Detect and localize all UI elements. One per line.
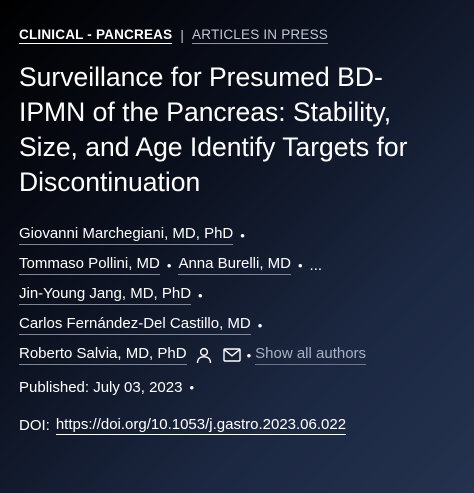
author-link[interactable]: Roberto Salvia, MD, PhD (19, 345, 187, 365)
article-type-link[interactable]: ARTICLES IN PRESS (192, 27, 328, 44)
author-separator: • (240, 227, 245, 243)
author-line-5: Roberto Salvia, MD, PhD • Show all autho… (19, 340, 459, 370)
article-header: CLINICAL - PANCREAS | ARTICLES IN PRESS … (19, 24, 459, 440)
author-link[interactable]: Giovanni Marchegiani, MD, PhD (19, 225, 234, 245)
author-separator: • (257, 317, 263, 333)
author-line-2: Tommaso Pollini, MD • Anna Burelli, MD •… (19, 250, 459, 280)
author-link[interactable]: Tommaso Pollini, MD (19, 255, 160, 275)
breadcrumb-separator: | (180, 27, 185, 43)
doi-link[interactable]: https://doi.org/10.1053/j.gastro.2023.06… (55, 416, 347, 435)
author-link[interactable]: Carlos Fernández-Del Castillo, MD (19, 315, 251, 335)
more-authors-ellipsis: ... (309, 256, 323, 274)
author-link[interactable]: Jin-Young Jang, MD, PhD (19, 285, 192, 305)
author-line-3: Jin-Young Jang, MD, PhD • (19, 280, 459, 310)
doi-row: DOI: https://doi.org/10.1053/j.gastro.20… (19, 410, 459, 440)
author-separator: • (246, 347, 252, 363)
author-list: Giovanni Marchegiani, MD, PhD • Tommaso … (19, 220, 459, 370)
published-date: Published: July 03, 2023 • (19, 372, 459, 402)
author-link[interactable]: Anna Burelli, MD (178, 255, 291, 275)
author-separator: • (198, 287, 203, 303)
author-line-1: Giovanni Marchegiani, MD, PhD • (19, 220, 459, 250)
doi-label: DOI: (19, 416, 50, 434)
author-line-4: Carlos Fernández-Del Castillo, MD • (19, 310, 459, 340)
published-text: Published: July 03, 2023 (19, 378, 183, 396)
section-link[interactable]: CLINICAL - PANCREAS (19, 27, 173, 44)
show-all-authors-button[interactable]: Show all authors (255, 345, 367, 365)
article-title: Surveillance for Presumed BD-IPMN of the… (19, 62, 408, 197)
mail-icon[interactable] (221, 346, 243, 364)
author-separator: • (297, 257, 303, 273)
author-separator: • (166, 257, 172, 273)
meta-separator: • (189, 379, 195, 395)
breadcrumb: CLINICAL - PANCREAS | ARTICLES IN PRESS (19, 24, 459, 46)
person-icon[interactable] (193, 346, 215, 364)
